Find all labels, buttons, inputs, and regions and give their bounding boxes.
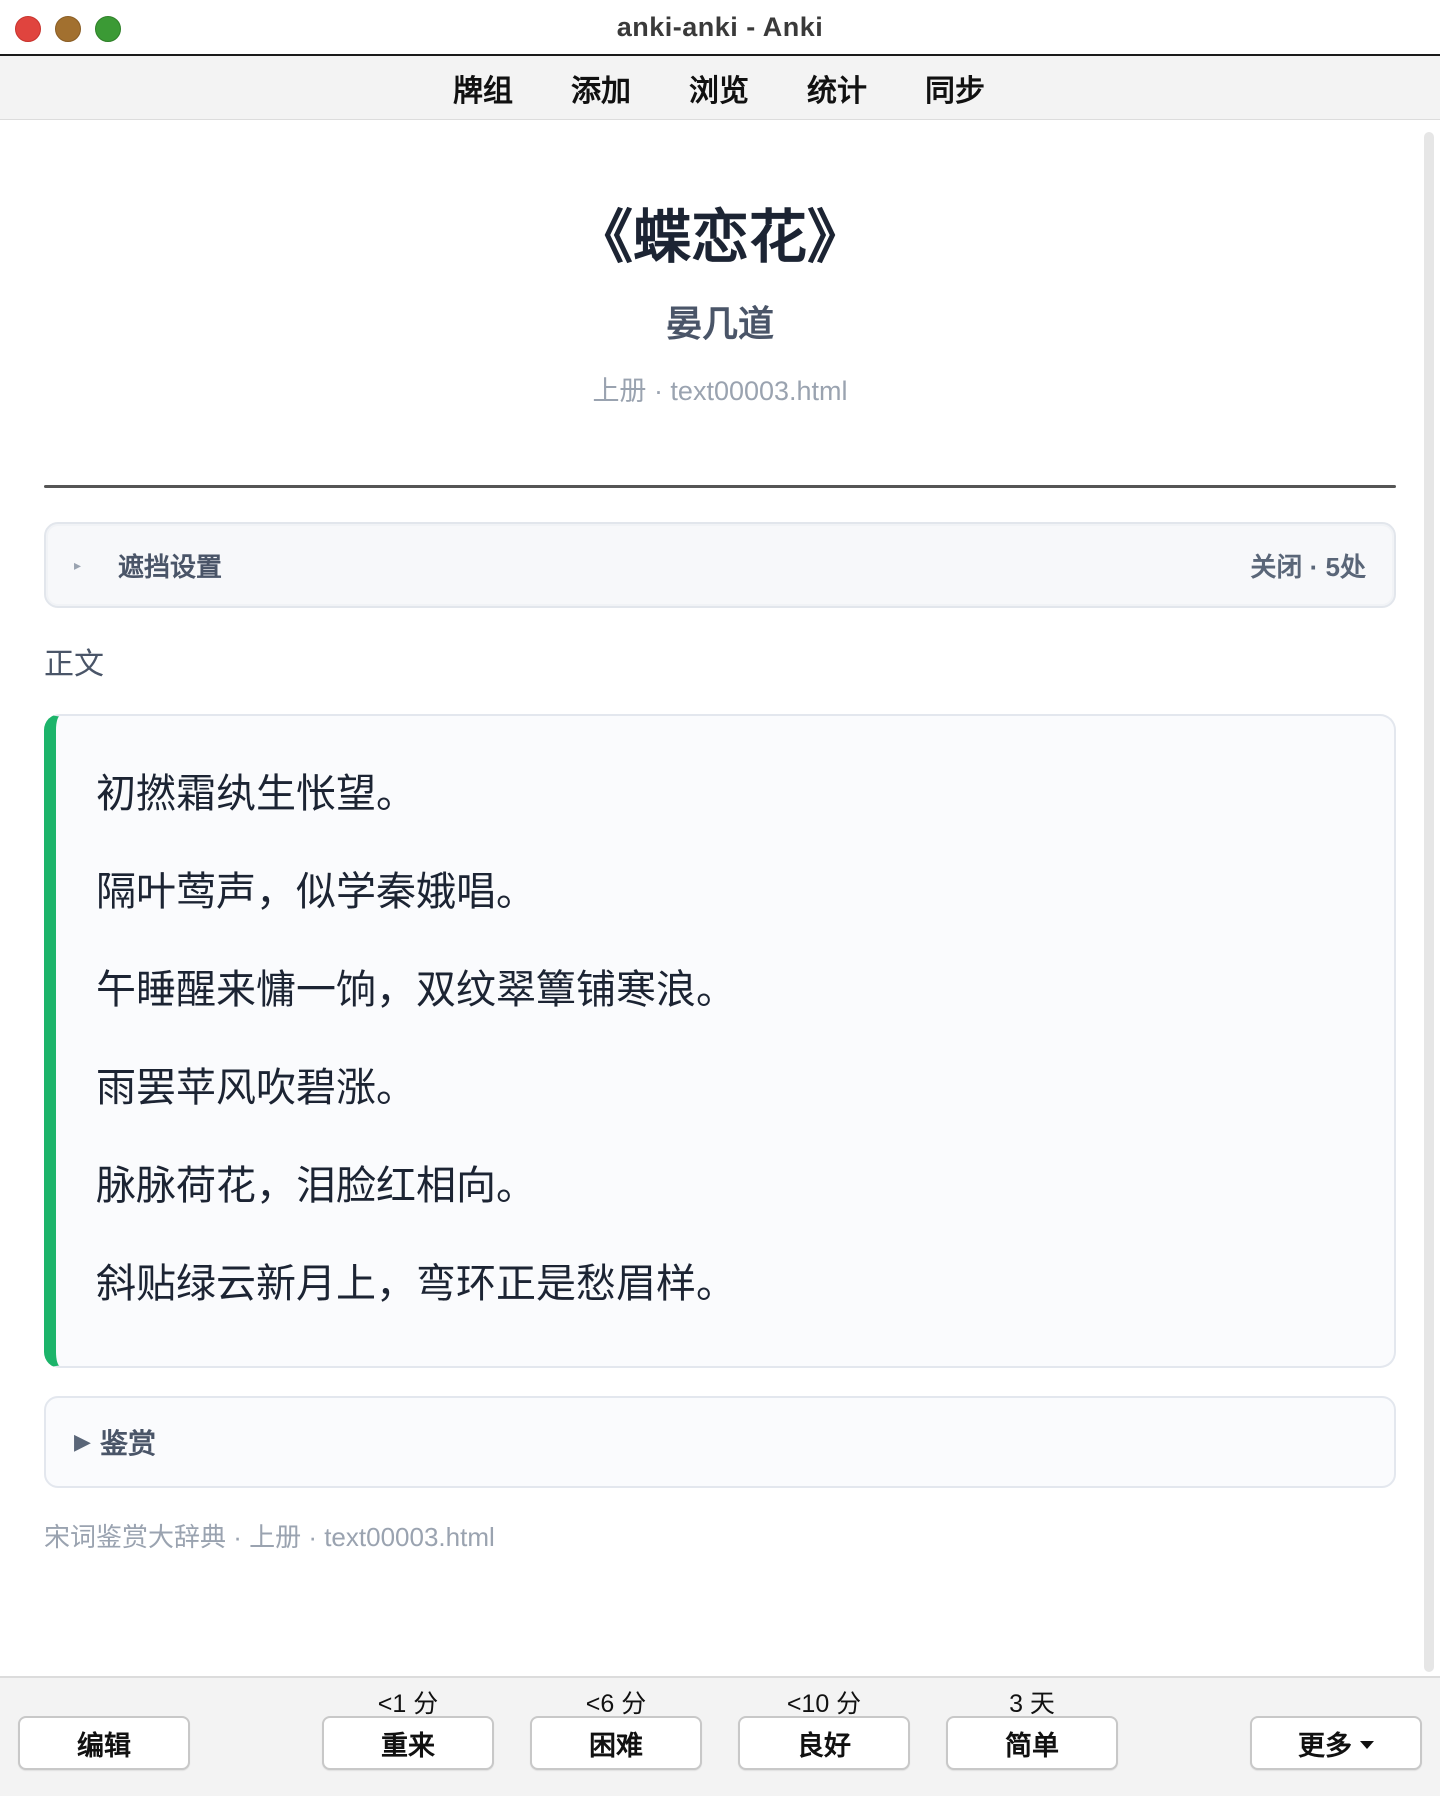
card-source: 上册 · text00003.html — [592, 376, 848, 406]
card-content: 《蝶恋花》 晏几道 上册 · text00003.html ▸ 遮挡设置 关闭 … — [44, 120, 1396, 1550]
reviewer-bottom-bar: 编辑 <1 分 重来 <6 分 困难 <10 分 良好 3 天 简单 更多 — [0, 1676, 1440, 1796]
poem-body: 初撚霜纨生怅望。 隔叶莺声，似学秦娥唱。 午睡醒来慵一饷，双纹翠簟铺寒浪。 雨罢… — [44, 714, 1396, 1368]
caret-right-icon: ▸ — [74, 556, 82, 573]
good-button[interactable]: 良好 — [738, 1716, 910, 1770]
edit-button[interactable]: 编辑 — [18, 1716, 190, 1770]
hard-button-label: 困难 — [589, 1730, 643, 1761]
chevron-down-icon — [1360, 1741, 1374, 1749]
poem-line: 斜贴绿云新月上，弯环正是愁眉样。 — [96, 1261, 736, 1307]
triangle-right-icon: ▶ — [74, 1429, 91, 1454]
more-button[interactable]: 更多 — [1250, 1716, 1422, 1770]
poem-line: 雨罢苹风吹碧涨。 — [96, 1065, 416, 1111]
easy-interval: 3 天 — [1009, 1690, 1055, 1718]
anki-window: anki-anki - Anki 牌组 添加 浏览 统计 同步 《蝶恋花》 晏几… — [0, 0, 1440, 1796]
hard-interval: <6 分 — [585, 1690, 647, 1718]
mask-settings-label: 遮挡设置 — [118, 551, 223, 582]
again-button-label: 重来 — [381, 1730, 435, 1761]
mask-settings-status: 关闭 · 5处 — [1250, 551, 1366, 582]
toolbar-browse[interactable]: 浏览 — [689, 66, 749, 110]
main-toolbar: 牌组 添加 浏览 统计 同步 — [0, 56, 1440, 120]
toolbar-decks[interactable]: 牌组 — [453, 66, 513, 110]
toolbar-add[interactable]: 添加 — [571, 66, 631, 110]
poem-line: 午睡醒来慵一饷，双纹翠簟铺寒浪。 — [96, 967, 736, 1013]
card-author: 晏几道 — [665, 303, 774, 345]
divider — [44, 485, 1396, 488]
toolbar-sync[interactable]: 同步 — [925, 66, 985, 110]
title-bar: anki-anki - Anki — [0, 0, 1440, 56]
good-interval: <10 分 — [786, 1690, 862, 1718]
poem-line: 初撚霜纨生怅望。 — [96, 771, 416, 817]
content-scrollbar[interactable] — [1424, 132, 1434, 1672]
easy-button[interactable]: 简单 — [946, 1716, 1118, 1770]
hard-button[interactable]: 困难 — [530, 1716, 702, 1770]
good-button-label: 良好 — [797, 1730, 851, 1761]
again-button[interactable]: 重来 — [322, 1716, 494, 1770]
mask-settings-toggle[interactable]: ▸ 遮挡设置 关闭 · 5处 — [44, 522, 1396, 608]
toolbar-stats[interactable]: 统计 — [807, 66, 867, 110]
more-button-label: 更多 — [1298, 1730, 1352, 1761]
easy-button-label: 简单 — [1005, 1730, 1059, 1761]
poem-line: 隔叶莺声，似学秦娥唱。 — [96, 869, 536, 915]
card-title: 《蝶恋花》 — [574, 203, 865, 271]
window-title: anki-anki - Anki — [616, 12, 824, 42]
body-section-label: 正文 — [44, 647, 104, 682]
appreciation-toggle[interactable]: ▶ 鉴赏 — [44, 1396, 1396, 1488]
again-interval: <1 分 — [377, 1690, 439, 1718]
poem-line: 脉脉荷花，泪脸红相向。 — [96, 1163, 536, 1209]
footer-source: 宋词鉴赏大辞典 · 上册 · text00003.html — [44, 1522, 495, 1552]
appreciation-label: 鉴赏 — [100, 1427, 157, 1460]
edit-button-label: 编辑 — [77, 1730, 131, 1761]
